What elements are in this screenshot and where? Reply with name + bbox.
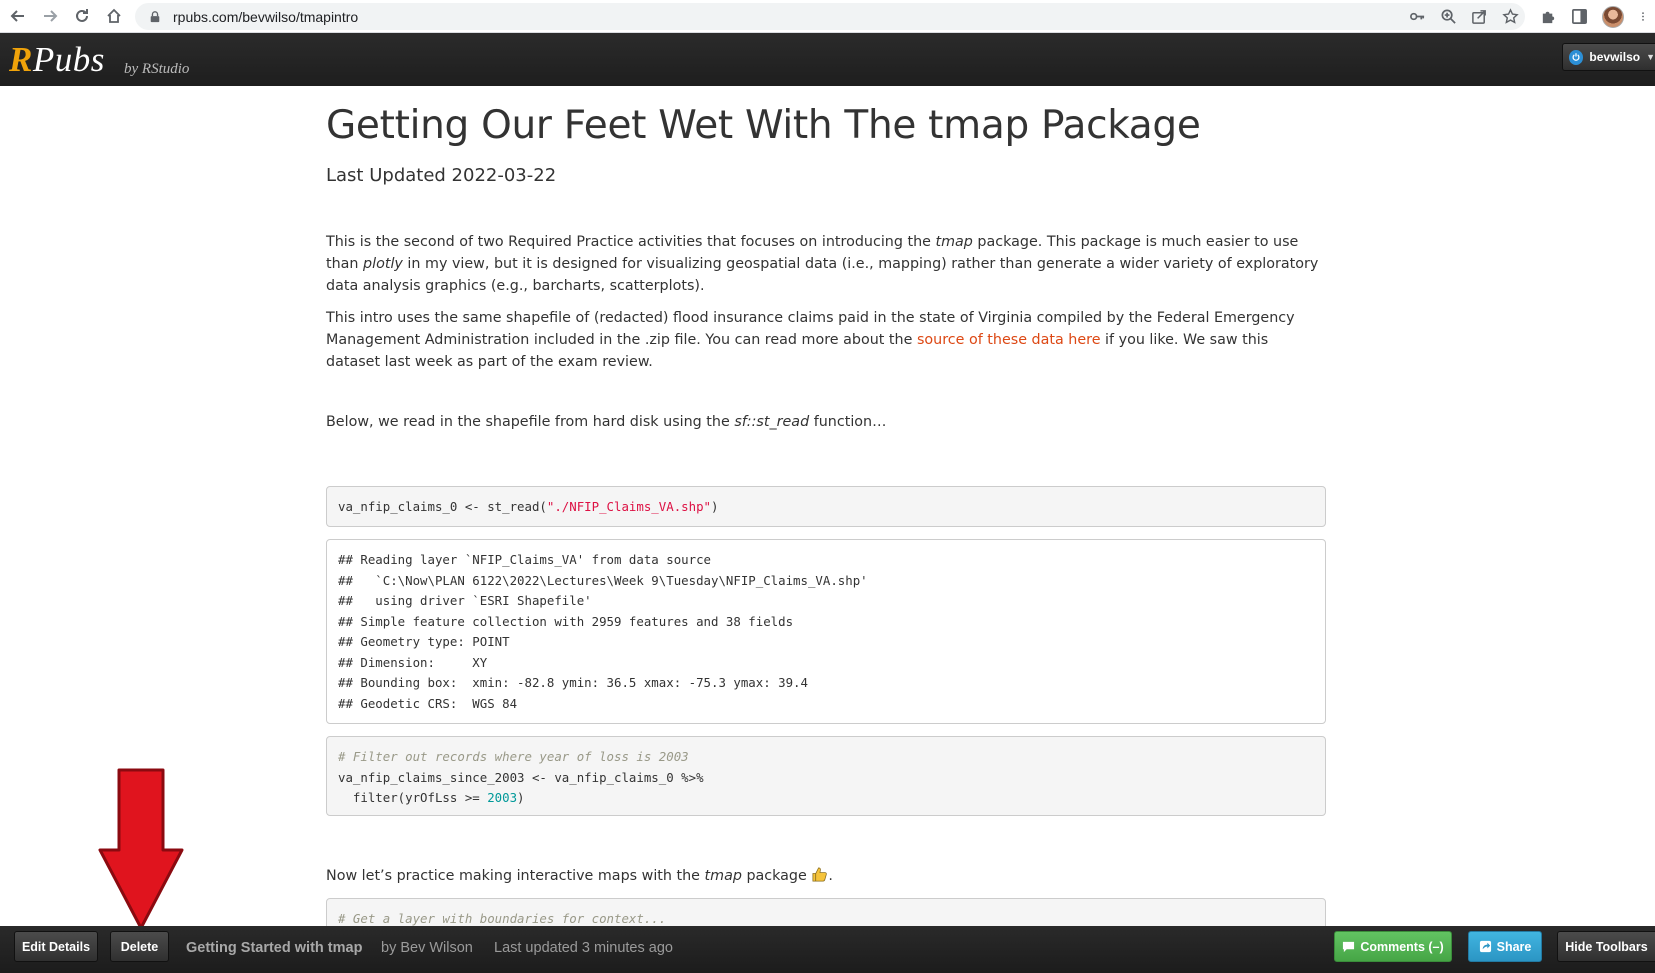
- output-line: ## Geodetic CRS: WGS 84: [338, 695, 518, 711]
- code-output-block: ## Reading layer `NFIP_Claims_VA' from d…: [326, 539, 1326, 724]
- text-run: This is the second of two Required Pract…: [326, 234, 936, 250]
- forward-button[interactable]: [36, 2, 64, 30]
- intro-paragraph: This is the second of two Required Pract…: [326, 231, 1326, 297]
- comments-label: Comments (–): [1360, 939, 1444, 954]
- text-run-italic: sf::st_read: [734, 414, 810, 430]
- more-menu-icon[interactable]: [1638, 8, 1648, 25]
- code-block-st-read: va_nfip_claims_0 <- st_read("./NFIP_Clai…: [326, 486, 1326, 527]
- share-label: Share: [1496, 939, 1532, 954]
- interactive-maps-paragraph: Now let’s practice making interactive ma…: [326, 865, 1326, 887]
- zoom-icon[interactable]: [1440, 8, 1457, 25]
- text-run: in my view, but it is designed for visua…: [326, 256, 1319, 294]
- key-icon[interactable]: [1409, 8, 1426, 25]
- lock-icon: [149, 10, 163, 24]
- back-arrow-icon: [10, 10, 24, 22]
- output-line: ## `C:\Now\PLAN 6122\2022\Lectures\Week …: [338, 572, 868, 588]
- code-token: filter(yrOfLss >=: [338, 790, 488, 805]
- text-run: function…: [809, 414, 887, 430]
- code-comment: # Get a layer with boundaries for contex…: [338, 911, 667, 926]
- side-panel-icon[interactable]: [1571, 8, 1588, 25]
- text-run: .: [828, 868, 833, 884]
- bookmark-star-icon[interactable]: [1502, 8, 1519, 25]
- text-run: package: [741, 868, 812, 884]
- user-menu[interactable]: bevwilso ▼: [1562, 43, 1655, 71]
- power-icon: [1569, 49, 1584, 65]
- code-comment: # Filter out records where year of loss …: [338, 749, 689, 764]
- profile-avatar[interactable]: [1602, 5, 1624, 28]
- delete-button[interactable]: Delete: [110, 931, 169, 962]
- rpubs-header: RPubs by RStudio bevwilso ▼: [0, 33, 1655, 86]
- source-data-link[interactable]: source of these data here: [917, 332, 1101, 348]
- bottom-toolbar: Edit Details Delete Getting Started with…: [0, 926, 1655, 973]
- document-name: Getting Started with tmap: [186, 940, 363, 956]
- thumbs-up-icon: [812, 867, 828, 882]
- read-shapefile-paragraph: Below, we read in the shapefile from har…: [326, 411, 1326, 433]
- output-line: ## Geometry type: POINT: [338, 634, 510, 649]
- text-run-italic: tmap: [704, 868, 742, 884]
- user-name: bevwilso: [1589, 50, 1641, 64]
- text-run-italic: plotly: [363, 256, 403, 272]
- code-string: "./NFIP_Claims_VA.shp": [546, 499, 711, 514]
- home-icon: [107, 8, 121, 23]
- reload-button[interactable]: [68, 2, 96, 30]
- rpubs-logo[interactable]: RPubs: [9, 40, 105, 80]
- code-number: 2003: [487, 790, 518, 805]
- by-rstudio-label: by RStudio: [124, 61, 190, 77]
- forward-arrow-icon: [44, 10, 58, 22]
- edit-details-button[interactable]: Edit Details: [14, 931, 98, 962]
- text-run: Now let’s practice making interactive ma…: [326, 868, 705, 884]
- home-button[interactable]: [100, 2, 128, 30]
- back-button[interactable]: [4, 2, 32, 30]
- output-line: ## using driver `ESRI Shapefile': [338, 593, 592, 608]
- url-text: rpubs.com/bevwilso/tmapintro: [173, 8, 359, 25]
- browser-toolbar: rpubs.com/bevwilso/tmapintro: [0, 0, 1655, 33]
- extensions-puzzle-icon[interactable]: [1540, 8, 1557, 25]
- output-line: ## Simple feature collection with 2959 f…: [338, 613, 794, 629]
- code-token: ): [711, 499, 719, 514]
- last-updated-label: Last updated 3 minutes ago: [494, 940, 673, 956]
- data-source-paragraph: This intro uses the same shapefile of (r…: [326, 307, 1326, 373]
- share-page-icon[interactable]: [1471, 8, 1488, 25]
- output-line: ## Bounding box: xmin: -82.8 ymin: 36.5 …: [338, 675, 808, 690]
- code-line: va_nfip_claims_since_2003 <- va_nfip_cla…: [338, 769, 704, 785]
- share-icon: [1479, 940, 1491, 953]
- output-line: ## Dimension: XY: [338, 654, 488, 670]
- comments-button[interactable]: Comments (–): [1334, 931, 1452, 962]
- logo-r: R: [9, 40, 33, 79]
- page-title: Getting Our Feet Wet With The tmap Packa…: [326, 103, 1201, 148]
- chevron-down-icon: ▼: [1646, 52, 1655, 62]
- code-token: va_nfip_claims_0 <- st_read(: [338, 499, 547, 514]
- code-block-filter: # Filter out records where year of loss …: [326, 736, 1326, 816]
- hide-toolbars-button[interactable]: Hide Toolbars: [1557, 931, 1655, 962]
- page-subtitle: Last Updated 2022-03-22: [326, 165, 557, 186]
- reload-icon: [76, 9, 88, 22]
- text-run-italic: tmap: [935, 234, 973, 250]
- comment-icon: [1343, 941, 1355, 953]
- share-button[interactable]: Share: [1468, 931, 1542, 962]
- text-run: Below, we read in the shapefile from har…: [326, 414, 735, 430]
- author-label: by Bev Wilson: [381, 940, 473, 956]
- address-bar[interactable]: rpubs.com/bevwilso/tmapintro: [135, 3, 1525, 30]
- red-down-arrow-annotation: [98, 768, 184, 930]
- output-line: ## Reading layer `NFIP_Claims_VA' from d…: [338, 552, 711, 567]
- code-token: ): [517, 790, 525, 805]
- logo-text: Pubs: [32, 40, 105, 79]
